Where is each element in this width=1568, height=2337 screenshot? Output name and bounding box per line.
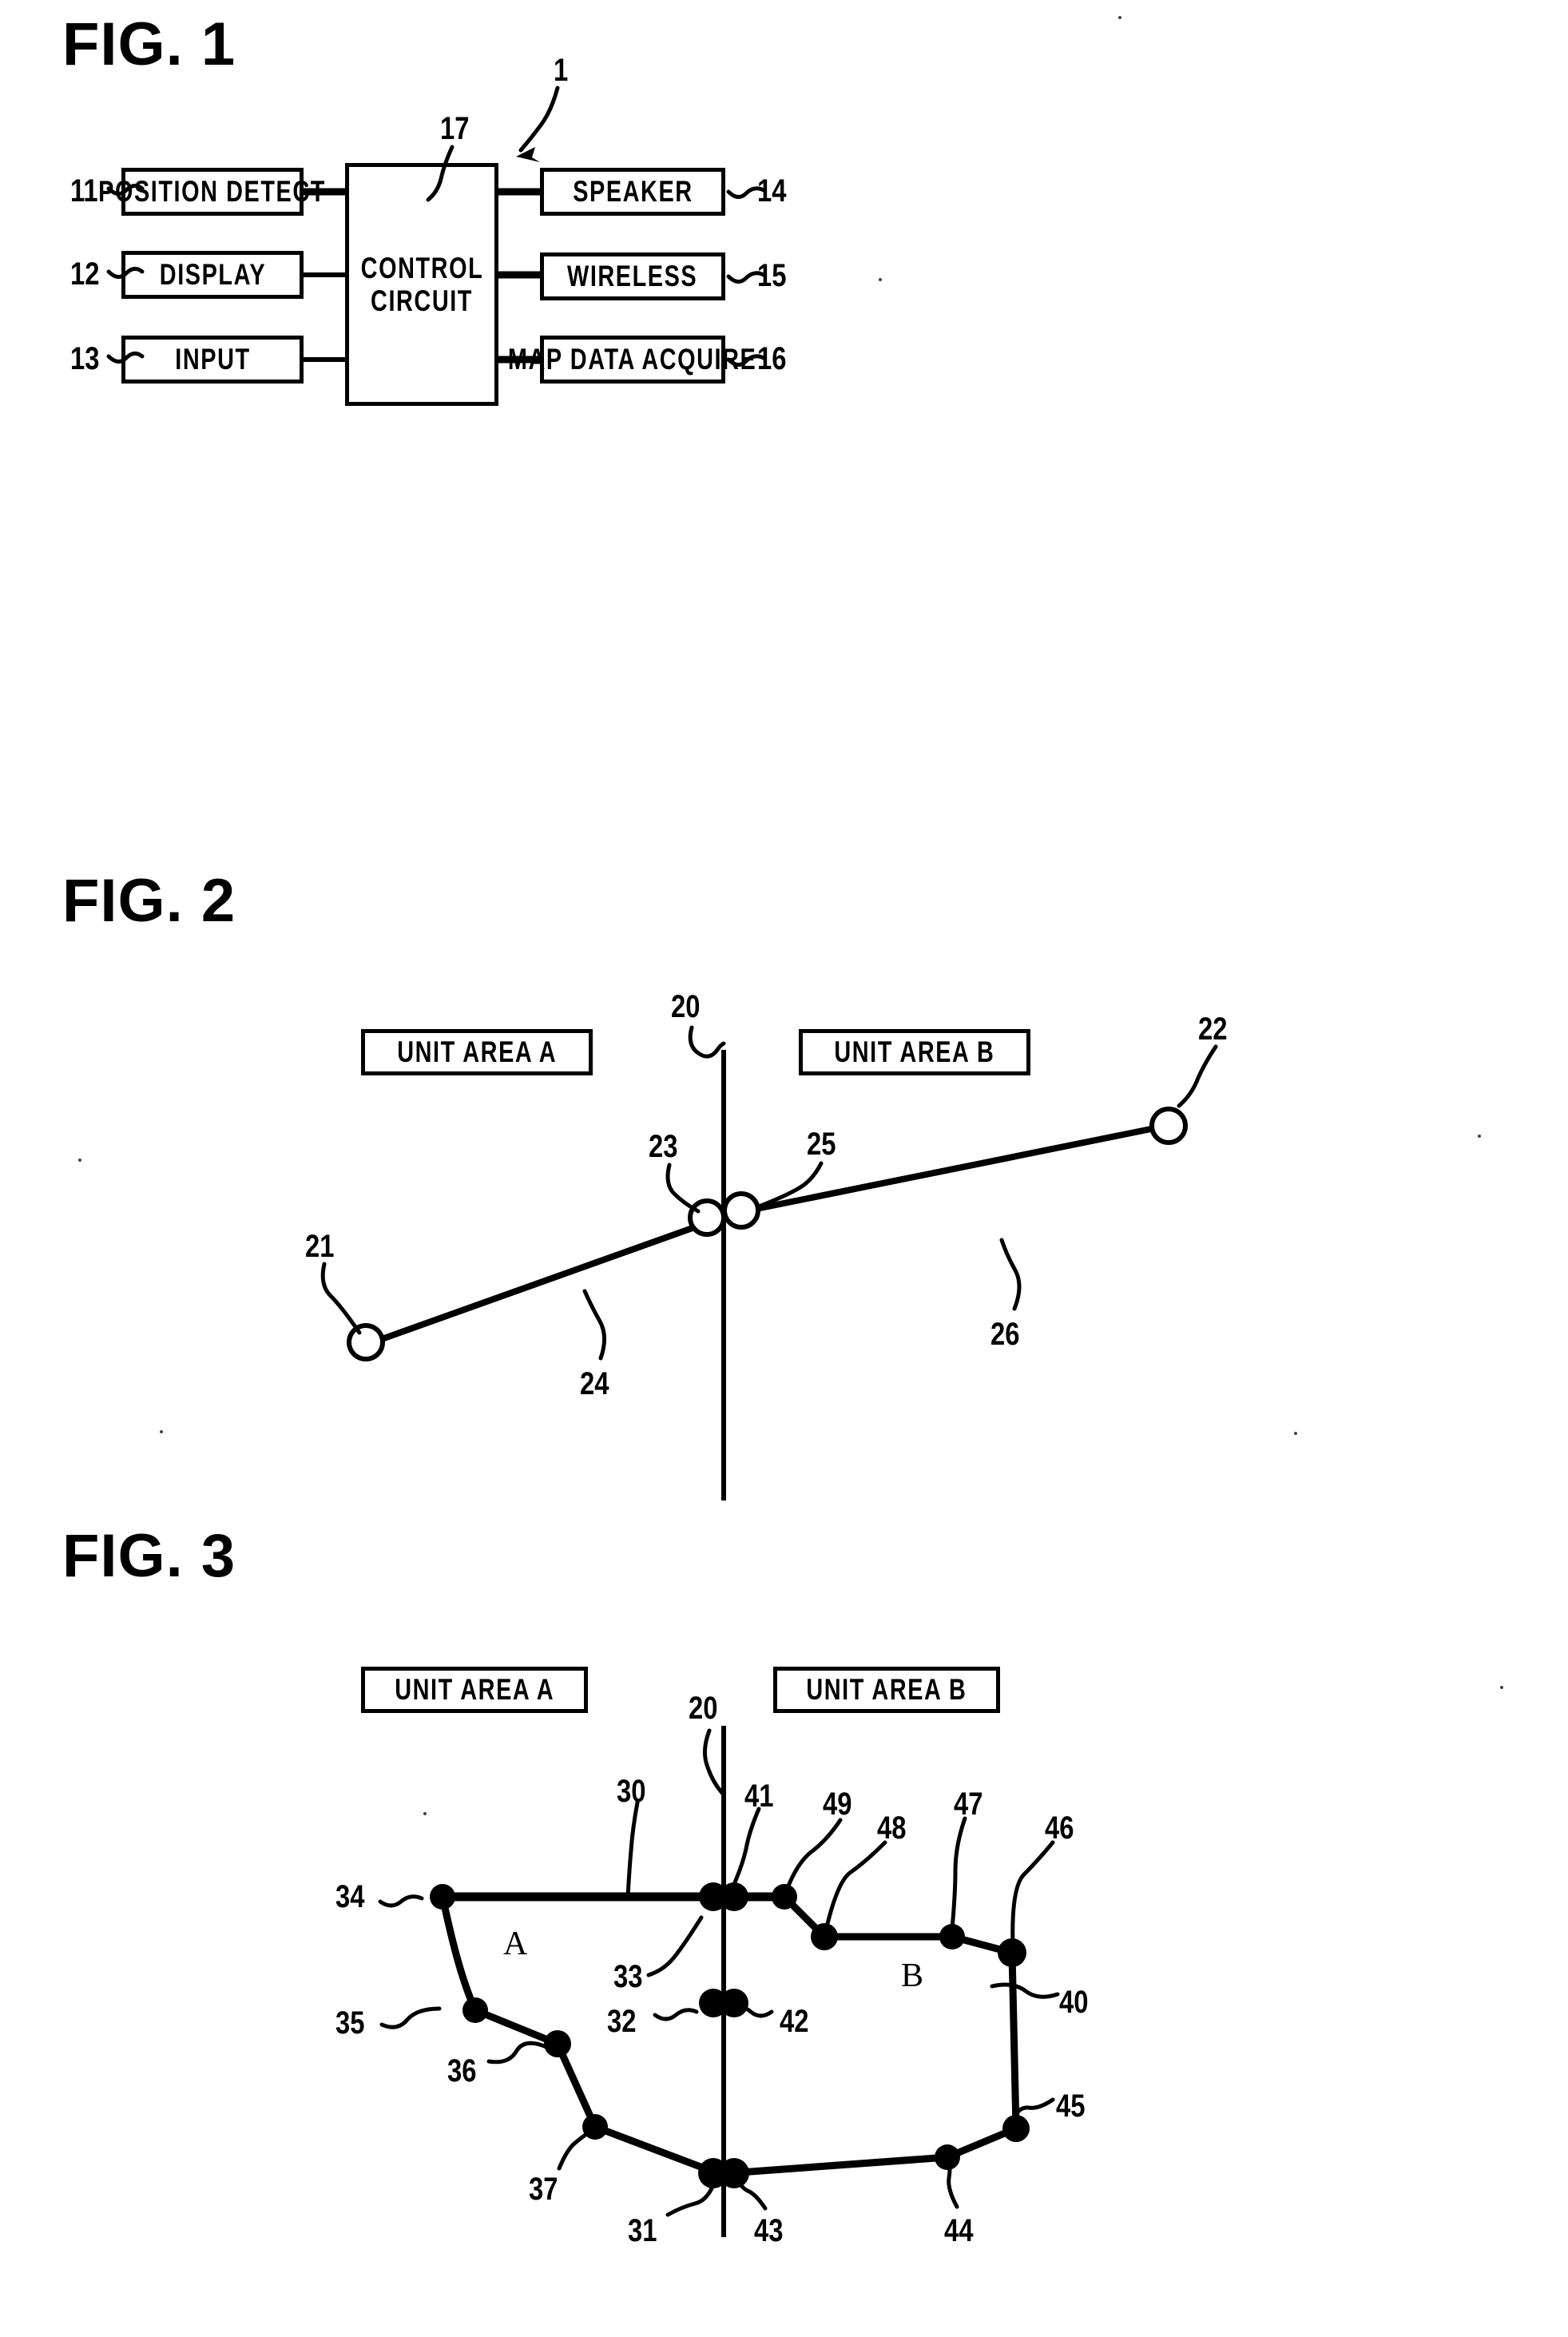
scan-speck	[1118, 16, 1121, 19]
fig3-node-41	[720, 1882, 748, 1911]
fig3-node-45	[1002, 2115, 1030, 2142]
fig3-node-34	[430, 1884, 455, 1910]
scan-speck	[160, 1430, 163, 1433]
fig3-node-44	[935, 2144, 960, 2170]
fig3-node-35	[462, 1997, 488, 2023]
scan-speck	[879, 278, 882, 281]
fig3-graphics	[378, 1726, 1060, 2237]
scan-speck	[1294, 1432, 1297, 1435]
fig3-node-36	[544, 2030, 571, 2057]
fig3-node-42	[720, 1989, 748, 2017]
fig3-node-43	[719, 2158, 749, 2188]
scan-speck	[1500, 1686, 1503, 1689]
scan-speck	[78, 1159, 81, 1162]
fig3-node-48	[811, 1923, 838, 1950]
scan-speck	[1478, 1135, 1481, 1138]
scan-speck	[423, 1812, 427, 1815]
fig3-node-49	[772, 1884, 797, 1910]
